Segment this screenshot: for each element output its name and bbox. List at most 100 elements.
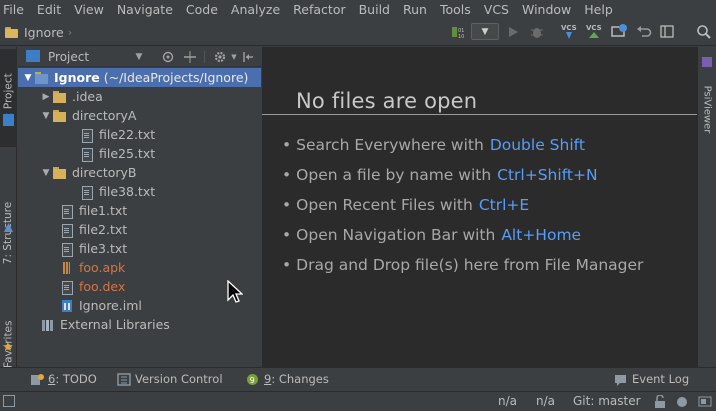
vcs-history-button[interactable] xyxy=(610,23,628,41)
tree-node-label: file25.txt xyxy=(99,146,156,161)
git-branch-widget[interactable]: Git: master xyxy=(573,394,641,408)
lock-icon[interactable] xyxy=(654,394,666,408)
menu-build[interactable]: Build xyxy=(359,2,390,17)
structure-button[interactable] xyxy=(658,23,676,41)
menu-vcs[interactable]: VCS xyxy=(484,2,509,17)
status-bar: n/a n/a Git: master xyxy=(0,391,716,411)
menu-refactor[interactable]: Refactor xyxy=(293,2,345,17)
hint-text: Drag and Drop file(s) here from File Man… xyxy=(296,256,644,274)
search-everywhere-button[interactable] xyxy=(695,23,713,41)
run-button[interactable] xyxy=(504,23,522,41)
menu-edit[interactable]: Edit xyxy=(37,2,61,17)
toggle-tool-windows-icon[interactable] xyxy=(3,395,15,407)
tool-tab-todo-label: : TODO xyxy=(55,372,97,386)
tool-tab-project[interactable]: 1: Project xyxy=(0,49,17,147)
menu-view[interactable]: View xyxy=(74,2,104,17)
search-icon xyxy=(697,25,711,39)
tool-tab-event-log-label: Event Log xyxy=(632,372,690,386)
vcs-update-icon: VCS xyxy=(561,24,577,39)
project-view-icon xyxy=(26,50,40,62)
text-file-icon xyxy=(59,242,75,257)
tool-tab-changes[interactable]: 9 9: Changes xyxy=(246,372,329,386)
hint-shortcut: Ctrl+E xyxy=(478,196,530,214)
project-panel-header: Project ▼ ▼ xyxy=(18,47,261,67)
chevron-right-icon: › xyxy=(67,25,73,39)
bottom-tool-window-bar: 6: TODO Version Control 9 9: Changes Eve… xyxy=(0,367,716,391)
revert-button[interactable] xyxy=(635,23,653,41)
run-configuration-dropdown[interactable]: ▼ xyxy=(471,23,499,40)
file-encoding[interactable]: n/a xyxy=(536,394,555,408)
folder-icon xyxy=(52,109,68,123)
tree-node-ignore-iml[interactable]: Ignore.iml xyxy=(18,296,261,315)
tree-node-file25[interactable]: file25.txt xyxy=(18,144,261,163)
expanded-arrow-icon[interactable]: ▼ xyxy=(40,111,52,121)
menu-window[interactable]: Window xyxy=(522,2,571,17)
project-tool-window: Project ▼ ▼ ▼ Ignore (~/IdeaProjects/Ign… xyxy=(18,47,261,367)
tool-tab-psiviewer-label: PsiViewer xyxy=(701,85,712,133)
tree-node-file22[interactable]: file22.txt xyxy=(18,125,261,144)
changes-icon: 9 xyxy=(246,373,260,386)
tool-tab-todo[interactable]: 6: TODO xyxy=(30,372,97,386)
tree-node-foo-dex[interactable]: foo.dex xyxy=(18,277,261,296)
caret-position[interactable]: n/a xyxy=(498,394,517,408)
locate-icon[interactable] xyxy=(160,49,176,65)
hint-text: Open Navigation Bar with xyxy=(296,226,496,244)
tree-node-project-root[interactable]: ▼ Ignore (~/IdeaProjects/Ignore) xyxy=(18,68,261,87)
editor-area[interactable]: No files are open • Search Everywhere wit… xyxy=(262,47,697,367)
tree-node-file3[interactable]: file3.txt xyxy=(18,239,261,258)
menu-navigate[interactable]: Navigate xyxy=(117,2,173,17)
bullet-icon: • xyxy=(282,166,292,184)
project-view-selector[interactable]: Project xyxy=(48,50,89,64)
tree-node-label: Ignore xyxy=(54,70,100,85)
tree-node-label: file3.txt xyxy=(79,241,128,256)
todo-icon xyxy=(30,373,44,386)
mouse-cursor-icon xyxy=(227,279,244,304)
title-divider xyxy=(262,114,697,115)
hint-navigation-bar: • Open Navigation Bar with Alt+Home xyxy=(282,226,581,244)
chevron-down-icon[interactable]: ▼ xyxy=(131,49,147,65)
tree-node-file38[interactable]: file38.txt xyxy=(18,182,261,201)
expanded-arrow-icon[interactable]: ▼ xyxy=(22,73,34,83)
vcs-commit-button[interactable]: VCS xyxy=(585,23,603,41)
tool-tab-changes-label: : Changes xyxy=(271,372,329,386)
tree-node-directoryB[interactable]: ▼ directoryB xyxy=(18,163,261,182)
make-project-button[interactable]: 01 10 xyxy=(449,23,467,41)
expanded-arrow-icon[interactable]: ▼ xyxy=(40,168,52,178)
bullet-icon: • xyxy=(282,256,292,274)
collapsed-arrow-icon[interactable]: ▶ xyxy=(40,92,52,102)
folder-icon xyxy=(52,166,68,180)
menu-run[interactable]: Run xyxy=(403,2,427,17)
breadcrumb[interactable]: Ignore › xyxy=(4,23,72,41)
tool-tab-version-control[interactable]: Version Control xyxy=(117,372,223,386)
menu-code[interactable]: Code xyxy=(186,2,218,17)
layout-icon xyxy=(660,25,674,38)
tree-node-idea[interactable]: ▶ .idea xyxy=(18,87,261,106)
vcs-update-button[interactable]: VCS xyxy=(560,23,578,41)
tree-node-file2[interactable]: file2.txt xyxy=(18,220,261,239)
tool-tab-event-log[interactable]: Event Log xyxy=(614,372,689,386)
right-tool-window-bar: PsiViewer xyxy=(697,47,716,367)
archive-icon xyxy=(59,261,75,275)
breadcrumb-project[interactable]: Ignore xyxy=(24,25,64,40)
tool-tab-structure[interactable]: 7: Structure xyxy=(0,194,17,272)
hide-panel-icon[interactable] xyxy=(240,49,256,65)
structure-icon xyxy=(4,221,13,232)
tree-node-path: (~/IdeaProjects/Ignore) xyxy=(103,70,249,85)
menu-analyze[interactable]: Analyze xyxy=(231,2,280,17)
menu-tools[interactable]: Tools xyxy=(440,2,471,17)
menu-help[interactable]: Help xyxy=(584,2,613,17)
tree-node-foo-apk[interactable]: foo.apk xyxy=(18,258,261,277)
tree-node-file1[interactable]: file1.txt xyxy=(18,201,261,220)
memory-indicator-icon[interactable] xyxy=(698,395,712,408)
tool-tab-psiviewer[interactable]: PsiViewer xyxy=(698,69,715,149)
collapse-all-icon[interactable] xyxy=(182,49,198,65)
text-file-icon xyxy=(59,204,75,219)
folder-icon xyxy=(4,26,20,38)
tree-node-directoryA[interactable]: ▼ directoryA xyxy=(18,106,261,125)
menu-file[interactable]: File xyxy=(3,2,24,17)
text-file-icon xyxy=(59,223,75,238)
inspector-icon[interactable] xyxy=(676,395,688,408)
chevron-down-icon: ▼ xyxy=(481,26,489,37)
tree-node-external-libraries[interactable]: External Libraries xyxy=(18,315,261,334)
debug-button[interactable] xyxy=(528,23,546,41)
